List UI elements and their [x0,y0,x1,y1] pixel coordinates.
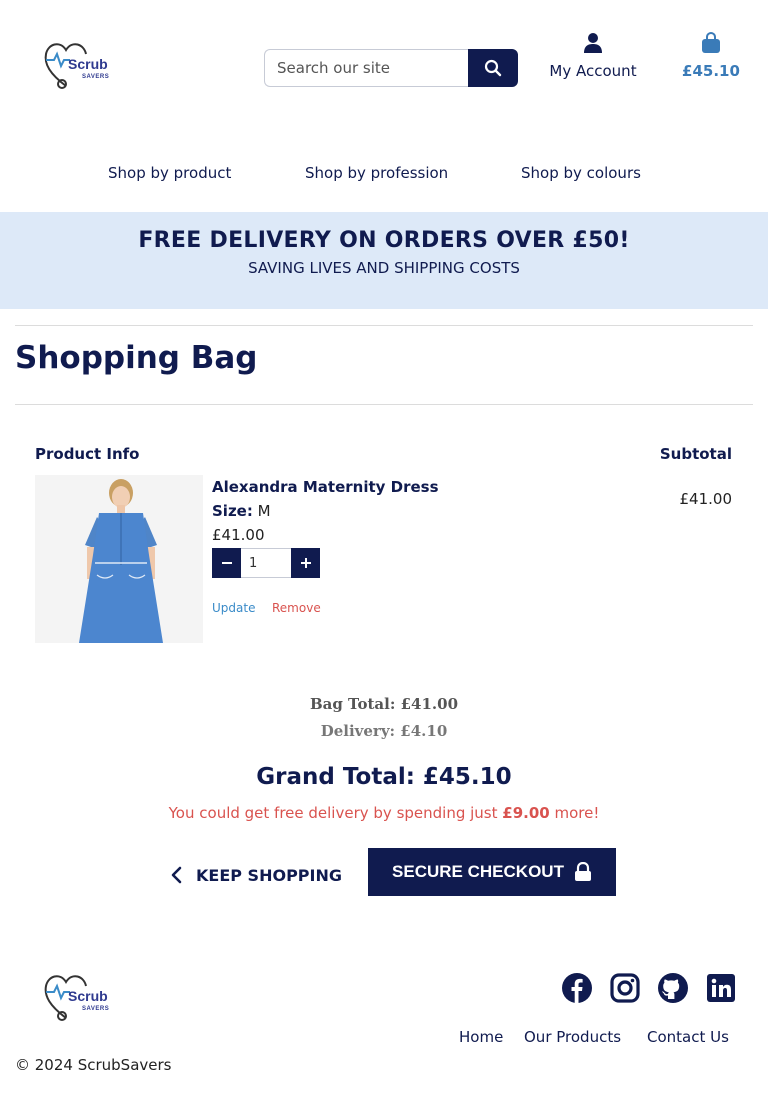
keep-shopping-label: KEEP SHOPPING [196,865,342,885]
divider [15,325,753,326]
shopping-bag-icon [702,31,720,53]
github-icon[interactable] [657,972,689,1004]
facebook-icon[interactable] [561,972,593,1004]
footer-link-home[interactable]: Home [459,1028,503,1046]
size-value: M [257,502,271,520]
item-subtotal: £41.00 [679,490,733,508]
shopping-bag-link[interactable]: £45.10 [680,31,742,80]
quantity-input[interactable] [241,548,291,578]
logo-sub: SAVERS [82,74,110,80]
footer-link-our-products[interactable]: Our Products [524,1028,621,1046]
remove-link[interactable]: Remove [272,601,321,615]
site-header: Scrub SAVERS My Account £45.10 Shop by p… [0,0,768,212]
nav-shop-by-profession[interactable]: Shop by profession [305,164,448,182]
site-logo[interactable]: Scrub SAVERS [42,36,122,92]
logo-name: Scrub [68,56,108,72]
footer-logo[interactable]: Scrub SAVERS [42,968,122,1024]
search-input[interactable] [264,49,468,87]
bag-amount: £45.10 [682,62,740,80]
user-icon [584,33,602,53]
copyright: © 2024 ScrubSavers [15,1056,172,1074]
product-price: £41.00 [212,526,265,544]
grand-total: Grand Total: £45.10 [256,764,512,790]
delivery-cost: Delivery: £4.10 [320,722,448,740]
logo-name: Scrub [68,988,108,1004]
column-header-product: Product Info [35,445,140,463]
chevron-left-icon [171,866,182,884]
nav-shop-by-colours[interactable]: Shop by colours [521,164,641,182]
free-msg-amount: £9.00 [502,804,550,822]
lock-icon [574,862,591,881]
search-icon [484,59,502,77]
page-title: Shopping Bag [15,340,258,376]
free-msg-suffix: more! [549,804,600,822]
decrease-quantity-button[interactable] [212,548,241,578]
product-size: Size: M [212,502,271,520]
logo-sub: SAVERS [82,1006,110,1012]
search-form [264,49,518,87]
product-name[interactable]: Alexandra Maternity Dress [212,478,439,496]
bag-total: Bag Total: £41.00 [309,695,459,713]
quantity-stepper [212,548,320,578]
free-msg-prefix: You could get free delivery by spending … [168,804,503,822]
plus-icon [300,558,311,568]
footer-link-contact-us[interactable]: Contact Us [647,1028,729,1046]
my-account-label: My Account [549,62,637,80]
product-image[interactable] [35,475,203,643]
checkout-label: SECURE CHECKOUT [392,862,564,881]
divider [15,404,753,405]
banner-title: FREE DELIVERY ON ORDERS OVER £50! [138,228,630,253]
keep-shopping-button[interactable]: KEEP SHOPPING [170,860,342,890]
column-header-subtotal: Subtotal [659,445,732,463]
main-nav: Shop by product Shop by profession Shop … [0,160,768,190]
search-button[interactable] [468,49,518,87]
delivery-banner: FREE DELIVERY ON ORDERS OVER £50! SAVING… [0,212,768,309]
nav-shop-by-product[interactable]: Shop by product [108,164,231,182]
minus-icon [221,562,232,564]
dress-image [35,475,203,643]
free-delivery-message: You could get free delivery by spending … [0,804,768,822]
update-link[interactable]: Update [212,601,255,615]
secure-checkout-button[interactable]: SECURE CHECKOUT [368,848,616,896]
banner-subtitle: SAVING LIVES AND SHIPPING COSTS [248,259,520,277]
size-label: Size: [212,502,253,520]
my-account-link[interactable]: My Account [540,32,646,80]
linkedin-icon[interactable] [705,972,737,1004]
instagram-icon[interactable] [609,972,641,1004]
increase-quantity-button[interactable] [291,548,320,578]
